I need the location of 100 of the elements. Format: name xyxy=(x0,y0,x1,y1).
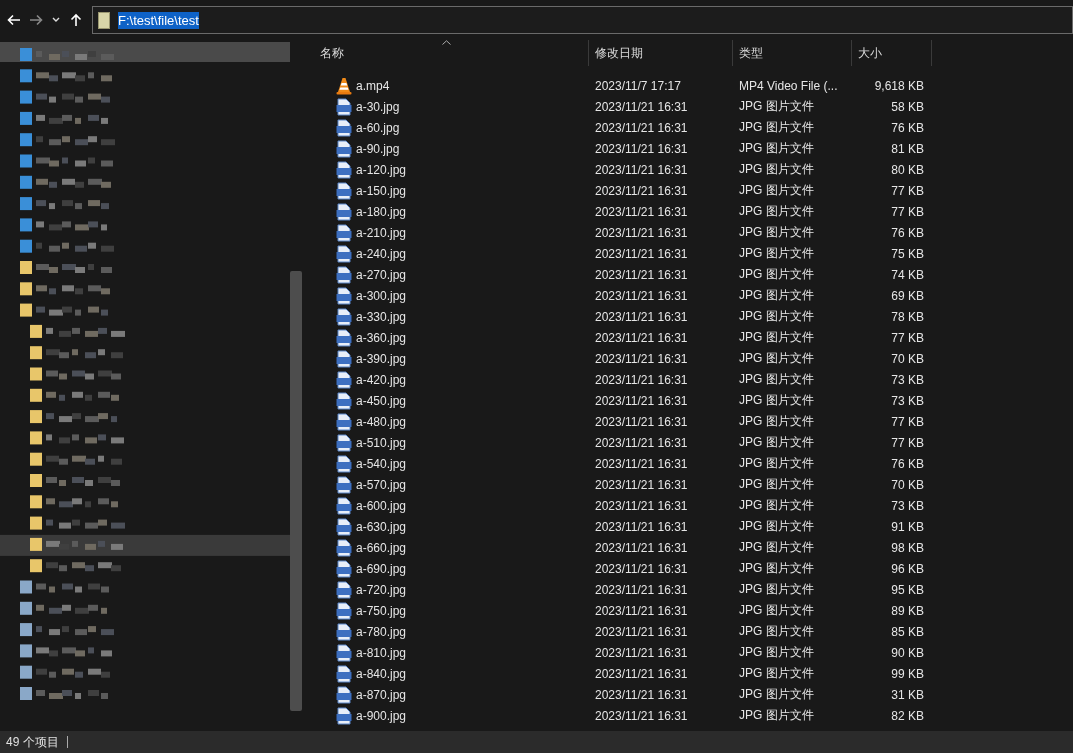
file-type: JPG 图片文件 xyxy=(739,392,814,409)
file-name: a-630.jpg xyxy=(356,519,407,534)
file-type: JPG 图片文件 xyxy=(739,182,814,199)
image-file-icon xyxy=(336,580,352,599)
file-row[interactable]: a-840.jpg 2023/11/21 16:31 JPG 图片文件 99 KB xyxy=(314,663,933,684)
file-type: JPG 图片文件 xyxy=(739,350,814,367)
file-row[interactable]: a-750.jpg 2023/11/21 16:31 JPG 图片文件 89 KB xyxy=(314,600,933,621)
file-type: JPG 图片文件 xyxy=(739,476,814,493)
file-row[interactable]: a-60.jpg 2023/11/21 16:31 JPG 图片文件 76 KB xyxy=(314,117,933,138)
left-arrow-icon xyxy=(7,14,21,26)
file-row[interactable]: a-330.jpg 2023/11/21 16:31 JPG 图片文件 78 KB xyxy=(314,306,933,327)
scrollbar-thumb[interactable] xyxy=(290,271,302,711)
file-type: JPG 图片文件 xyxy=(739,203,814,220)
file-row[interactable]: a-870.jpg 2023/11/21 16:31 JPG 图片文件 31 KB xyxy=(314,684,933,705)
file-row[interactable]: a.mp4 2023/11/7 17:17 MP4 Video File (... 9,618 KB xyxy=(314,75,933,96)
file-row[interactable]: a-270.jpg 2023/11/21 16:31 JPG 图片文件 74 KB xyxy=(314,264,933,285)
file-row[interactable]: a-420.jpg 2023/11/21 16:31 JPG 图片文件 73 KB xyxy=(314,369,933,390)
modified-date: 2023/11/21 16:31 xyxy=(595,162,688,177)
column-header[interactable]: 修改日期 xyxy=(589,40,733,66)
modified-date: 2023/11/21 16:31 xyxy=(595,519,688,534)
file-name: a-210.jpg xyxy=(356,225,407,240)
file-type: JPG 图片文件 xyxy=(739,623,814,640)
file-type: JPG 图片文件 xyxy=(739,98,814,115)
modified-date: 2023/11/21 16:31 xyxy=(595,141,688,156)
modified-date: 2023/11/21 16:31 xyxy=(595,225,688,240)
file-type: JPG 图片文件 xyxy=(739,287,814,304)
image-file-icon xyxy=(336,391,352,410)
file-name: a-750.jpg xyxy=(356,603,407,618)
file-size: 78 KB xyxy=(891,309,924,324)
file-row[interactable]: a-630.jpg 2023/11/21 16:31 JPG 图片文件 91 KB xyxy=(314,516,933,537)
file-size: 77 KB xyxy=(891,435,924,450)
file-size: 77 KB xyxy=(891,183,924,198)
file-type: JPG 图片文件 xyxy=(739,161,814,178)
modified-date: 2023/11/21 16:31 xyxy=(595,687,688,702)
file-type: MP4 Video File (... xyxy=(739,78,838,93)
file-row[interactable]: a-240.jpg 2023/11/21 16:31 JPG 图片文件 75 KB xyxy=(314,243,933,264)
file-row[interactable]: a-720.jpg 2023/11/21 16:31 JPG 图片文件 95 KB xyxy=(314,579,933,600)
file-row[interactable]: a-390.jpg 2023/11/21 16:31 JPG 图片文件 70 KB xyxy=(314,348,933,369)
image-file-icon xyxy=(336,475,352,494)
file-size: 80 KB xyxy=(891,162,924,177)
file-row[interactable]: a-360.jpg 2023/11/21 16:31 JPG 图片文件 77 KB xyxy=(314,327,933,348)
file-type: JPG 图片文件 xyxy=(739,497,814,514)
address-field[interactable]: F:\test\file\test xyxy=(92,6,1073,34)
column-header[interactable]: 名称 xyxy=(314,40,589,66)
file-size: 70 KB xyxy=(891,351,924,366)
file-name: a-870.jpg xyxy=(356,687,407,702)
file-name: a-90.jpg xyxy=(356,141,400,156)
modified-date: 2023/11/21 16:31 xyxy=(595,183,688,198)
image-file-icon xyxy=(336,160,352,179)
file-row[interactable]: a-660.jpg 2023/11/21 16:31 JPG 图片文件 98 KB xyxy=(314,537,933,558)
image-file-icon xyxy=(336,685,352,704)
file-name: a-420.jpg xyxy=(356,372,407,387)
modified-date: 2023/11/21 16:31 xyxy=(595,246,688,261)
file-size: 73 KB xyxy=(891,498,924,513)
file-size: 76 KB xyxy=(891,120,924,135)
file-name: a-840.jpg xyxy=(356,666,407,681)
folder-icon xyxy=(98,11,110,29)
file-row[interactable]: a-90.jpg 2023/11/21 16:31 JPG 图片文件 81 KB xyxy=(314,138,933,159)
file-name: a-300.jpg xyxy=(356,288,407,303)
modified-date: 2023/11/21 16:31 xyxy=(595,540,688,555)
file-size: 73 KB xyxy=(891,393,924,408)
file-row[interactable]: a-450.jpg 2023/11/21 16:31 JPG 图片文件 73 KB xyxy=(314,390,933,411)
file-row[interactable]: a-210.jpg 2023/11/21 16:31 JPG 图片文件 76 KB xyxy=(314,222,933,243)
file-row[interactable]: a-300.jpg 2023/11/21 16:31 JPG 图片文件 69 KB xyxy=(314,285,933,306)
file-type: JPG 图片文件 xyxy=(739,581,814,598)
file-row[interactable]: a-540.jpg 2023/11/21 16:31 JPG 图片文件 76 KB xyxy=(314,453,933,474)
file-row[interactable]: a-30.jpg 2023/11/21 16:31 JPG 图片文件 58 KB xyxy=(314,96,933,117)
file-row[interactable]: a-810.jpg 2023/11/21 16:31 JPG 图片文件 90 KB xyxy=(314,642,933,663)
file-type: JPG 图片文件 xyxy=(739,455,814,472)
address-path: F:\test\file\test xyxy=(118,11,199,29)
image-file-icon xyxy=(336,223,352,242)
modified-date: 2023/11/21 16:31 xyxy=(595,582,688,597)
file-row[interactable]: a-150.jpg 2023/11/21 16:31 JPG 图片文件 77 KB xyxy=(314,180,933,201)
file-row[interactable]: a-900.jpg 2023/11/21 16:31 JPG 图片文件 82 KB xyxy=(314,705,933,726)
column-label: 修改日期 xyxy=(595,44,643,62)
modified-date: 2023/11/21 16:31 xyxy=(595,393,688,408)
image-file-icon xyxy=(336,202,352,221)
file-size: 82 KB xyxy=(891,708,924,723)
image-file-icon xyxy=(336,307,352,326)
column-header[interactable]: 大小 xyxy=(852,40,932,66)
file-row[interactable]: a-570.jpg 2023/11/21 16:31 JPG 图片文件 70 KB xyxy=(314,474,933,495)
file-row[interactable]: a-600.jpg 2023/11/21 16:31 JPG 图片文件 73 KB xyxy=(314,495,933,516)
file-row[interactable]: a-780.jpg 2023/11/21 16:31 JPG 图片文件 85 KB xyxy=(314,621,933,642)
file-name: a-570.jpg xyxy=(356,477,407,492)
modified-date: 2023/11/21 16:31 xyxy=(595,330,688,345)
file-row[interactable]: a-180.jpg 2023/11/21 16:31 JPG 图片文件 77 KB xyxy=(314,201,933,222)
column-header[interactable]: 类型 xyxy=(733,40,852,66)
file-row[interactable]: a-480.jpg 2023/11/21 16:31 JPG 图片文件 77 KB xyxy=(314,411,933,432)
traffic-cone-icon xyxy=(336,76,352,95)
image-file-icon xyxy=(336,286,352,305)
file-type: JPG 图片文件 xyxy=(739,434,814,451)
file-row[interactable]: a-690.jpg 2023/11/21 16:31 JPG 图片文件 96 KB xyxy=(314,558,933,579)
file-size: 89 KB xyxy=(891,603,924,618)
file-row[interactable]: a-120.jpg 2023/11/21 16:31 JPG 图片文件 80 KB xyxy=(314,159,933,180)
column-label: 类型 xyxy=(739,44,763,62)
file-name: a-240.jpg xyxy=(356,246,407,261)
file-type: JPG 图片文件 xyxy=(739,308,814,325)
file-size: 75 KB xyxy=(891,246,924,261)
file-row[interactable]: a-510.jpg 2023/11/21 16:31 JPG 图片文件 77 KB xyxy=(314,432,933,453)
file-size: 90 KB xyxy=(891,645,924,660)
